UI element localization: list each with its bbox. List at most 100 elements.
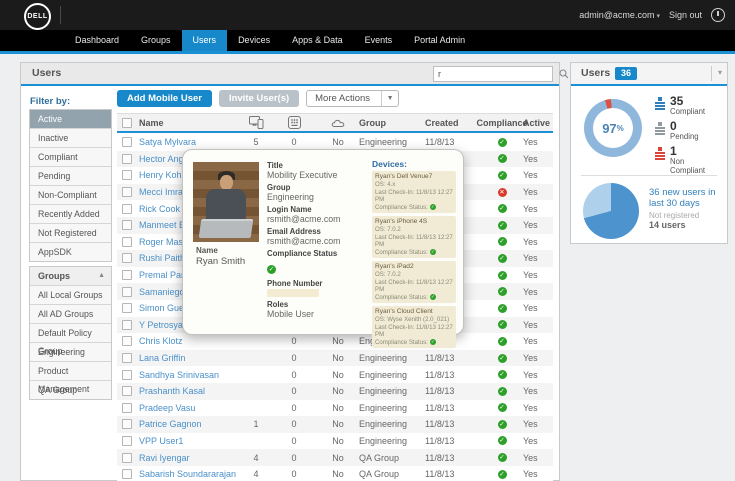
table-row: Sabarish Soundararajan40NoQA Group11/8/1…: [117, 466, 553, 481]
user-name-link[interactable]: Lana Griffin: [139, 353, 185, 363]
column-header-active[interactable]: Active: [523, 118, 553, 128]
user-name-link[interactable]: Y Petrosyan: [139, 320, 188, 330]
group-cell: Engineering: [359, 419, 425, 429]
group-item-qa-group[interactable]: QA Group: [30, 381, 111, 399]
non-compliant-status-icon: ✕: [498, 188, 507, 197]
user-name-link[interactable]: Chris Klotz: [139, 336, 183, 346]
power-icon[interactable]: [711, 8, 725, 22]
device-last-checkin: Last Check-In: 11/8/13 12:27 PM: [375, 189, 453, 204]
device-compliance-status: Compliance Status:✓: [375, 339, 453, 347]
user-name-link[interactable]: VPP User1: [139, 436, 183, 446]
sign-out-link[interactable]: Sign out: [669, 10, 702, 20]
row-checkbox[interactable]: [122, 303, 132, 313]
filter-item-appsdk[interactable]: AppSDK: [30, 243, 111, 261]
user-name-link[interactable]: Sandhya Srinivasan: [139, 370, 219, 380]
filter-item-compliant[interactable]: Compliant: [30, 148, 111, 167]
collapse-panel-control[interactable]: ▾: [711, 66, 722, 81]
filter-item-not-registered[interactable]: Not Registered: [30, 224, 111, 243]
compliant-status-icon: ✓: [498, 420, 507, 429]
row-checkbox[interactable]: [122, 353, 132, 363]
invite-users-button[interactable]: Invite User(s): [219, 90, 299, 107]
app-count-cell: 0: [271, 453, 317, 463]
device-os: OS: 7.0.2: [375, 271, 453, 279]
user-name-link[interactable]: Prashanth Kasal: [139, 386, 205, 396]
user-name-link[interactable]: Sabarish Soundararajan: [139, 469, 236, 479]
group-item-engineering[interactable]: Engineering: [30, 343, 111, 362]
column-header-compliance[interactable]: Compliance: [481, 118, 523, 128]
user-name-link[interactable]: Satya Mylvara: [139, 137, 196, 147]
device-card: Ryan's iPad2OS: 7.0.2Last Check-In: 11/8…: [372, 261, 456, 303]
user-name-link[interactable]: Patrice Gagnon: [139, 419, 202, 429]
row-checkbox[interactable]: [122, 137, 132, 147]
row-checkbox[interactable]: [122, 270, 132, 280]
table-row: Pradeep Vasu0NoEngineering11/8/13✓Yes: [117, 400, 553, 417]
row-checkbox[interactable]: [122, 204, 132, 214]
filter-list: ActiveInactiveCompliantPendingNon-Compli…: [29, 109, 112, 262]
row-checkbox[interactable]: [122, 187, 132, 197]
legend-non-compliant: 1Non Compliant: [655, 145, 716, 175]
dell-logo-text: DELL: [27, 13, 47, 20]
groups-section-header[interactable]: Groups ▲: [30, 267, 111, 286]
table-row: Sandhya Srinivasan0NoEngineering11/8/13✓…: [117, 366, 553, 383]
user-name-link[interactable]: Mecci Imran: [139, 187, 188, 197]
app-count-cell: 0: [271, 386, 317, 396]
toolbar: Add Mobile User Invite User(s) More Acti…: [117, 90, 399, 107]
group-item-all-ad-groups[interactable]: All AD Groups: [30, 305, 111, 324]
filter-item-pending[interactable]: Pending: [30, 167, 111, 186]
row-checkbox[interactable]: [122, 453, 132, 463]
group-item-product-management[interactable]: Product Management: [30, 362, 111, 381]
device-last-checkin: Last Check-In: 11/8/13 12:27 PM: [375, 279, 453, 294]
row-checkbox[interactable]: [122, 237, 132, 247]
filter-item-recently-added[interactable]: Recently Added: [30, 205, 111, 224]
device-last-checkin: Last Check-In: 11/8/13 12:27 PM: [375, 234, 453, 249]
nav-tab-portal-admin[interactable]: Portal Admin: [403, 30, 476, 51]
app-window: DELL admin@acme.com▾ Sign out DashboardG…: [0, 0, 735, 481]
row-checkbox[interactable]: [122, 320, 132, 330]
select-all-checkbox[interactable]: [122, 118, 132, 128]
status-label: Compliance Status:: [375, 249, 428, 257]
nav-tab-users[interactable]: Users: [182, 30, 228, 51]
column-header-created[interactable]: Created: [425, 118, 481, 128]
group-item-all-local-groups[interactable]: All Local Groups: [30, 286, 111, 305]
nav-tab-apps-data[interactable]: Apps & Data: [281, 30, 354, 51]
user-name-link[interactable]: Pradeep Vasu: [139, 403, 195, 413]
row-checkbox[interactable]: [122, 386, 132, 396]
row-checkbox[interactable]: [122, 287, 132, 297]
filter-item-inactive[interactable]: Inactive: [30, 129, 111, 148]
row-checkbox[interactable]: [122, 336, 132, 346]
nav-tab-devices[interactable]: Devices: [227, 30, 281, 51]
group-cell: QA Group: [359, 453, 425, 463]
more-actions-dropdown[interactable]: More Actions ▼: [306, 90, 399, 107]
add-mobile-user-button[interactable]: Add Mobile User: [117, 90, 212, 107]
row-checkbox[interactable]: [122, 436, 132, 446]
row-checkbox[interactable]: [122, 370, 132, 380]
field-label: Group: [267, 183, 367, 192]
search-icon[interactable]: [559, 69, 569, 79]
nav-tab-groups[interactable]: Groups: [130, 30, 182, 51]
row-checkbox[interactable]: [122, 170, 132, 180]
search-input[interactable]: [434, 69, 559, 79]
account-email[interactable]: admin@acme.com: [579, 10, 654, 20]
row-checkbox[interactable]: [122, 154, 132, 164]
user-name-link[interactable]: Henry Koh: [139, 170, 182, 180]
nav-tab-events[interactable]: Events: [354, 30, 404, 51]
nav-tab-dashboard[interactable]: Dashboard: [64, 30, 130, 51]
active-cell: Yes: [523, 453, 553, 463]
compliant-status-icon: ✓: [498, 154, 507, 163]
user-name-link[interactable]: Rick Cook: [139, 204, 180, 214]
filter-item-active[interactable]: Active: [30, 110, 111, 129]
active-cell: Yes: [523, 170, 553, 180]
row-checkbox[interactable]: [122, 419, 132, 429]
row-checkbox[interactable]: [122, 220, 132, 230]
filter-item-non-compliant[interactable]: Non-Compliant: [30, 186, 111, 205]
active-cell: Yes: [523, 303, 553, 313]
column-header-group[interactable]: Group: [359, 118, 425, 128]
row-checkbox[interactable]: [122, 253, 132, 263]
row-checkbox[interactable]: [122, 469, 132, 479]
apps-column-icon: [271, 116, 317, 129]
user-name-link[interactable]: Ravi Iyengar: [139, 453, 190, 463]
group-item-default-policy-group[interactable]: Default Policy Group: [30, 324, 111, 343]
row-checkbox[interactable]: [122, 403, 132, 413]
account-menu[interactable]: admin@acme.com▾: [579, 10, 660, 20]
column-header-name[interactable]: Name: [137, 118, 241, 128]
